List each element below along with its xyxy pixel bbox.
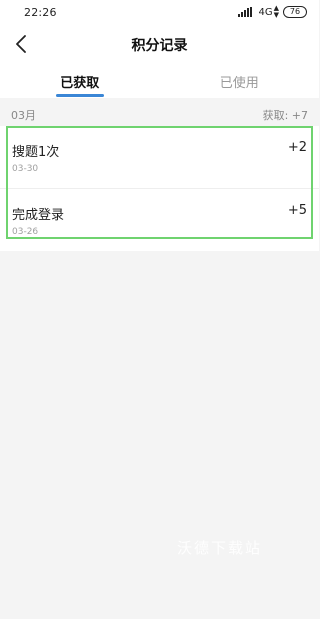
record-list: 搜题1次 03-30 +2 完成登录 03-26 +5 xyxy=(0,126,319,251)
status-indicators: 4G ▲ ▼ 76 xyxy=(238,5,307,19)
record-points: +2 xyxy=(287,140,307,155)
record-date: 03-26 xyxy=(12,227,39,237)
battery-icon: 76 xyxy=(283,6,307,18)
month-label: 03月 xyxy=(11,109,36,122)
battery-level: 76 xyxy=(289,7,301,16)
list-item[interactable]: 完成登录 03-26 +5 xyxy=(0,189,319,251)
data-arrows-icon: ▲ ▼ xyxy=(273,4,279,19)
list-item[interactable]: 搜题1次 03-30 +2 xyxy=(0,126,319,189)
tab-used[interactable]: 已使用 xyxy=(160,62,320,98)
month-summary: 获取: +7 xyxy=(262,109,308,122)
signal-icon xyxy=(238,7,254,17)
record-date: 03-30 xyxy=(12,164,39,174)
page-title: 积分记录 xyxy=(131,38,188,54)
month-group-header: 03月 获取: +7 xyxy=(0,98,319,126)
status-time: 22:26 xyxy=(24,6,57,19)
nav-header: 积分记录 xyxy=(0,26,319,62)
tab-earned[interactable]: 已获取 xyxy=(0,62,160,98)
record-name: 搜题1次 xyxy=(12,145,60,160)
record-points: +5 xyxy=(287,203,307,218)
watermark: 沃德下载站 xyxy=(177,539,263,557)
network-indicator: 4G ▲ ▼ xyxy=(258,5,279,19)
network-label: 4G xyxy=(258,6,273,18)
record-name: 完成登录 xyxy=(12,208,65,223)
status-bar: 22:26 4G ▲ ▼ 76 xyxy=(0,0,319,26)
tab-bar: 已获取 已使用 xyxy=(0,62,319,98)
